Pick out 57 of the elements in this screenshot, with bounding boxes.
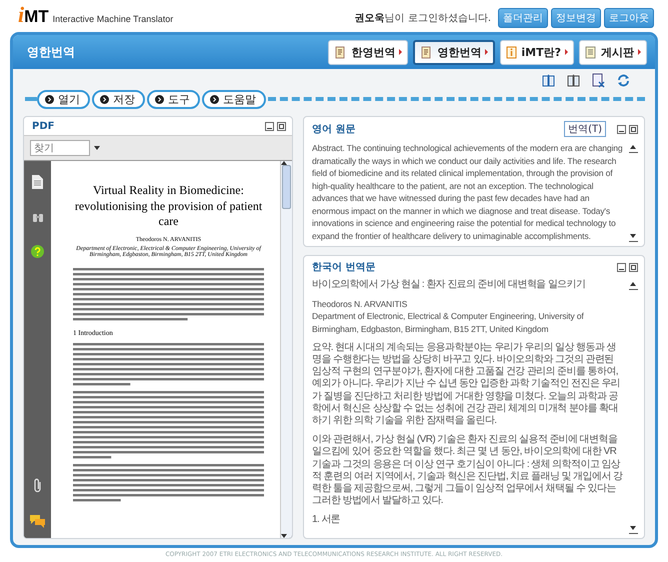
page-title: 영한번역 — [27, 44, 75, 60]
notepad-icon — [585, 46, 597, 58]
arrow-circle-icon — [45, 94, 54, 104]
translation-paragraph: 이와 관련해서, 가상 현실 (VR) 기술은 환자 진료의 실용적 준비에 대변혁을 일으킴에 있어 중요한 역할을 했다. 최근 몇 년 동안, 바이오의학에 대한 VR 기술과 그것의 응용은 더 이상 연구 호기심이 아니다 : 생체 의학적이고 임상적 훈련의 여러 지역에서, 기술과 혁신은 진단법, 치료 플래닝 및 개입에서 강력한 툴을 제공함으로써, 그렇게 그들이 임상적 업무에서 채택될 수 있다는 그러한 방법에서 발달하고 있다. — [312, 434, 624, 508]
login-message: 권오욱님이 로그인하셨습니다. — [354, 12, 491, 25]
document-swap-icon[interactable] — [591, 73, 606, 88]
nav-tab[interactable]: 영한번역 — [413, 40, 496, 64]
arrow-circle-icon — [100, 94, 109, 104]
maximize-button[interactable] — [277, 122, 286, 131]
translate-button[interactable]: 번역(T) — [564, 121, 606, 137]
info-icon — [506, 46, 518, 58]
logo: MT — [24, 7, 49, 27]
refresh-icon[interactable] — [616, 73, 631, 88]
book-icon[interactable] — [541, 73, 556, 88]
logo-mark: i — [18, 2, 24, 28]
book-icon[interactable] — [566, 73, 581, 88]
toolbar-button[interactable]: 도구 — [147, 90, 200, 108]
panel-title: PDF — [32, 121, 54, 132]
arrow-circle-icon — [210, 94, 219, 104]
help-icon[interactable] — [31, 245, 44, 258]
down-arrow-icon[interactable] — [630, 234, 636, 238]
down-arrow-icon[interactable] — [281, 534, 287, 538]
nav-tab[interactable]: 한영번역 — [328, 40, 408, 64]
toolbar-button[interactable]: 도움말 — [202, 90, 266, 108]
down-arrow-icon[interactable] — [630, 526, 636, 530]
paperclip-icon[interactable] — [32, 478, 43, 493]
dropdown-caret-icon[interactable] — [94, 146, 100, 150]
search-field[interactable]: 찾기 — [30, 140, 90, 156]
binoculars-icon[interactable] — [32, 211, 44, 223]
page-icon[interactable] — [32, 175, 43, 189]
scroll-thumb[interactable] — [282, 165, 291, 209]
translation-paragraph: 1. 서론 — [312, 514, 342, 527]
panel-title: 영어 원문 — [312, 123, 356, 136]
panel-title: 한국어 번역문 — [312, 261, 376, 274]
translation-paragraph: Theodoros N. ARVANITIS Department of Electronic, Electrical & Computer Engineering, University of Birmingham, Edgbaston, Birmingham, B15 2TT, United Kingdom — [312, 298, 585, 335]
minimize-button[interactable] — [617, 262, 626, 272]
nav-tab[interactable]: iMT란? — [500, 40, 574, 64]
up-arrow-icon[interactable] — [281, 161, 287, 165]
tagline: Interactive Machine Translator — [52, 14, 174, 24]
up-arrow-icon[interactable] — [630, 282, 636, 286]
source-text: Abstract. The continuing technological achievements of the modern era are changing dramatically the ways in which we conduct our daily activities and life. The research field of biomedicine and its related clinical implementation, through the provision of high-quality healthcare to the patient, are not an exception. The technological advances that we have witnessed during the past few decades have had an enormous impact on the manner in which we diagnose and treat disease. Today's innovations in science and engineering raise the potential for medical technology to expand the frontier of healthcare delivery to unimaginable accomplishments. — [312, 142, 624, 242]
up-arrow-icon[interactable] — [630, 145, 636, 149]
comments-icon[interactable] — [30, 515, 45, 528]
minimize-button[interactable] — [265, 122, 274, 131]
document-icon — [420, 46, 434, 58]
nav-tab[interactable]: 게시판 — [579, 40, 647, 64]
translation-paragraph: 바이오의학에서 가상 현실 : 환자 진료의 준비에 대변혁을 일으키기 — [312, 279, 586, 292]
scrollbar[interactable] — [280, 161, 292, 538]
document-title: Virtual Reality in Biomedicine: revolutionising the provision of patient care — [74, 183, 264, 230]
toolbar-button[interactable]: 열기 — [37, 90, 90, 108]
arrow-circle-icon — [155, 94, 164, 104]
translation-paragraph: 요약. 현대 시대의 계속되는 응용과학분야는 우리가 우리의 일상 행동과 생명을 수행한다는 방법을 상당히 바꾸고 있다. 바이오의학와 그것의 관련된 임상적 구현의 연구분야가, 환자에 대한 고품질 건강 관리의 준비를 통하여, 예외가 아니다. 우리가 지난 수 십년 동안 입증한 과학 기술적인 전진은 우리가 질병을 진단하고 처리한 방법에 거대한 영향을 미쳤다. 오늘의 과학과 공학에서 혁신은 상상할 수 없는 성취에 건강 관리 체계의 미개척 분야를 확대하기 위한 의학 기술을 위한 잠재력을 올린다. — [312, 342, 622, 428]
maximize-button[interactable] — [629, 262, 638, 272]
minimize-button[interactable] — [617, 124, 626, 134]
document-icon — [334, 46, 348, 58]
maximize-button[interactable] — [629, 124, 638, 134]
toolbar-button[interactable]: 저장 — [92, 90, 145, 108]
